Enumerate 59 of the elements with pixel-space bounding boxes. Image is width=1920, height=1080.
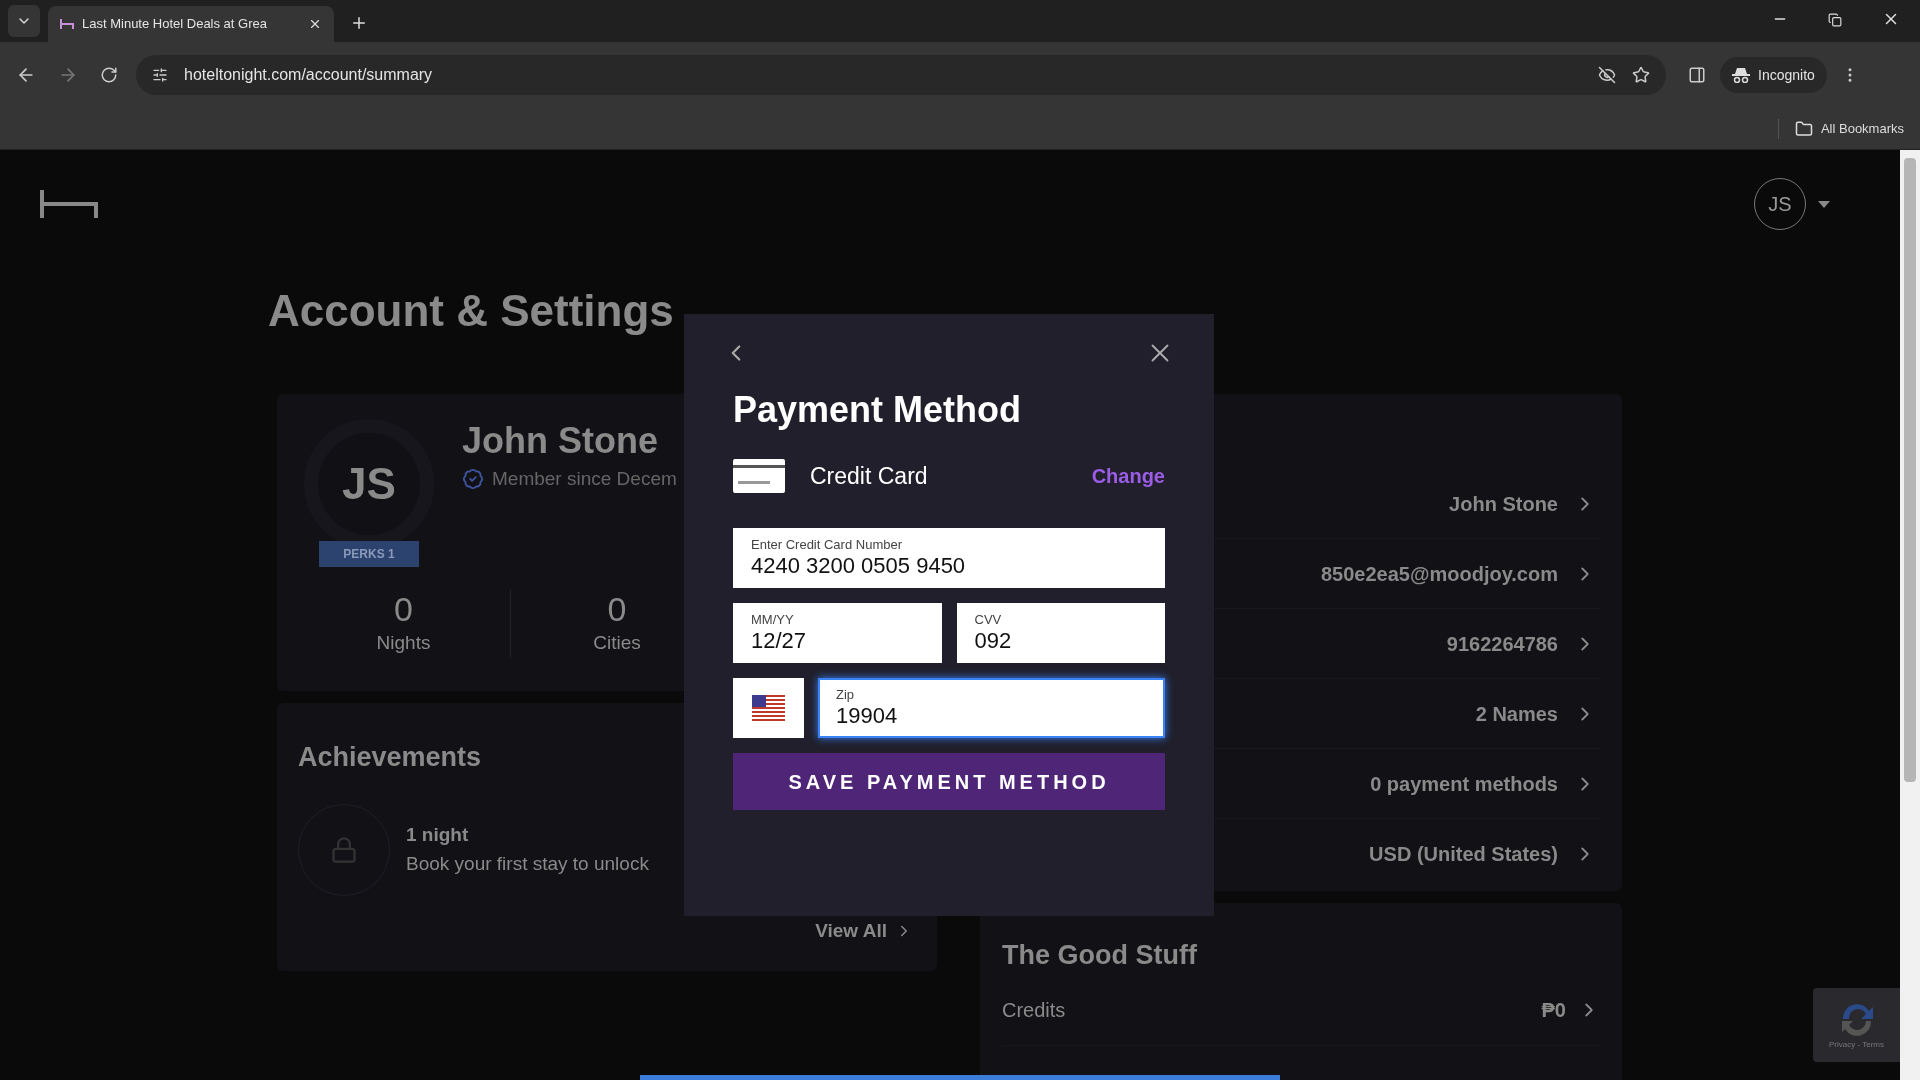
scrollbar[interactable] bbox=[1900, 150, 1920, 1080]
flag-icon bbox=[752, 695, 785, 721]
incognito-chip[interactable]: Incognito bbox=[1720, 57, 1827, 93]
browser-tab[interactable]: Last Minute Hotel Deals at Grea bbox=[48, 6, 334, 42]
stat-value: 0 bbox=[394, 589, 413, 629]
country-selector[interactable] bbox=[733, 678, 804, 738]
stat-label: Cities bbox=[593, 631, 641, 655]
recaptcha-badge[interactable]: Privacy - Terms bbox=[1813, 988, 1900, 1062]
bed-icon bbox=[60, 18, 74, 30]
field-label: Enter Credit Card Number bbox=[751, 537, 903, 553]
tab-list-button[interactable] bbox=[8, 5, 40, 37]
field-label: MM/YY bbox=[751, 612, 795, 628]
bookmark-star-icon[interactable] bbox=[1632, 66, 1650, 84]
profile-name: John Stone bbox=[462, 421, 659, 461]
profile-label: Incognito bbox=[1758, 65, 1815, 85]
member-since: Member since Decem bbox=[492, 467, 677, 491]
section-title: The Good Stuff bbox=[1002, 939, 1198, 972]
url-text: hoteltonight.com/account/summary bbox=[184, 65, 434, 85]
field-value: 4240 3200 0505 9450 bbox=[751, 553, 967, 579]
field-value: 12/27 bbox=[751, 628, 808, 654]
restore-icon[interactable] bbox=[1828, 13, 1842, 27]
side-panel-icon[interactable] bbox=[1688, 66, 1706, 84]
credit-card-icon bbox=[733, 459, 785, 493]
logo-icon bbox=[40, 190, 98, 218]
recaptcha-links[interactable]: Privacy - Terms bbox=[1829, 1039, 1884, 1051]
field-label: Zip bbox=[836, 687, 856, 703]
address-bar[interactable]: hoteltonight.com/account/summary bbox=[136, 55, 1666, 95]
text-field[interactable]: MM/YY 12/27 bbox=[733, 603, 942, 663]
achievement-title: 1 night bbox=[406, 823, 470, 847]
save-button[interactable]: SAVE PAYMENT METHOD bbox=[733, 753, 1165, 810]
account-row[interactable]: USD (United States) bbox=[1002, 819, 1600, 889]
site-settings-icon[interactable] bbox=[152, 67, 168, 83]
row-label: Credits bbox=[1002, 998, 1067, 1023]
new-tab-icon[interactable] bbox=[350, 14, 368, 32]
tab-title: Last Minute Hotel Deals at Grea bbox=[82, 15, 268, 34]
folder-icon bbox=[1794, 119, 1813, 138]
stat-value: 0 bbox=[607, 589, 627, 629]
method-label: Credit Card bbox=[810, 461, 929, 491]
text-field[interactable]: Enter Credit Card Number 4240 3200 0505 9450 bbox=[733, 528, 1165, 588]
reload-icon[interactable] bbox=[100, 66, 118, 84]
eye-off-icon[interactable] bbox=[1598, 66, 1616, 84]
row-value: ₱0 bbox=[1541, 998, 1566, 1023]
caret-icon[interactable] bbox=[1818, 200, 1830, 208]
page-title: Account & Settings bbox=[268, 286, 675, 336]
close-icon[interactable] bbox=[308, 17, 322, 31]
field-value: 19904 bbox=[836, 703, 899, 729]
stat-label: Nights bbox=[376, 631, 431, 655]
text-field[interactable]: CVV 092 bbox=[956, 603, 1165, 663]
verified-icon bbox=[462, 468, 484, 491]
bookmarks-folder[interactable]: All Bookmarks bbox=[1794, 118, 1904, 139]
text-field[interactable]: Zip 19904 bbox=[818, 678, 1165, 738]
perks-badge: PERKS 1 bbox=[319, 541, 419, 567]
field-label: CVV bbox=[974, 612, 1003, 628]
section-title: Achievements bbox=[298, 741, 483, 774]
incognito-icon bbox=[1732, 67, 1750, 83]
dialog-title: Payment Method bbox=[733, 388, 1023, 432]
achievement-description: Book your first stay to unlock bbox=[406, 851, 649, 876]
view-all-link[interactable]: View All bbox=[815, 916, 913, 945]
credits-row[interactable]: Credits ₱0 bbox=[1002, 975, 1600, 1046]
